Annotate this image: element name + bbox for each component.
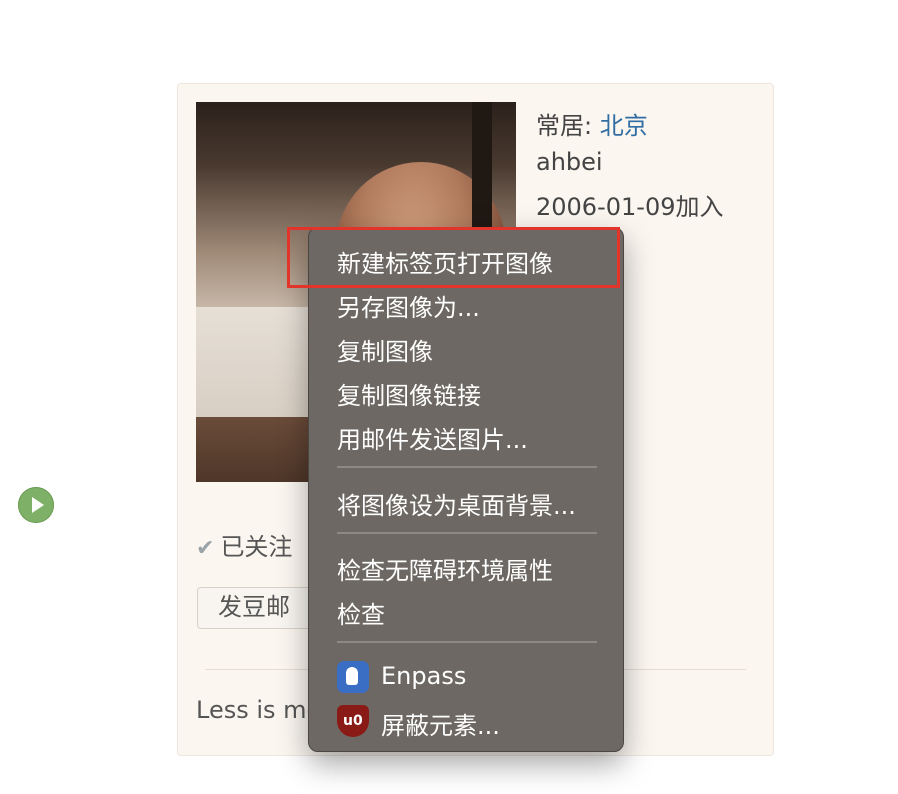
username: ahbei — [536, 148, 603, 176]
motto: Less is mo — [196, 696, 322, 724]
menu-item-enpass[interactable]: Enpass — [381, 662, 466, 690]
followed-status[interactable]: ✔ 已关注 — [196, 527, 292, 562]
highlight-box — [287, 227, 620, 288]
residence: 常居: 北京 — [536, 106, 648, 141]
menu-item-inspect-accessibility[interactable]: 检查无障碍环境属性 — [337, 551, 553, 586]
menu-item-copy-image-link[interactable]: 复制图像链接 — [337, 376, 481, 411]
followed-label: 已关注 — [220, 533, 293, 561]
residence-city-link[interactable]: 北京 — [600, 112, 648, 140]
join-date: 2006-01-09加入 — [536, 193, 724, 221]
menu-separator — [337, 466, 597, 468]
enpass-icon — [337, 661, 369, 693]
residence-label: 常居: — [536, 112, 593, 140]
menu-separator — [337, 641, 597, 643]
menu-item-email-image[interactable]: 用邮件发送图片... — [337, 420, 528, 455]
context-menu: 新建标签页打开图像 另存图像为... 复制图像 复制图像链接 用邮件发送图片..… — [308, 227, 624, 752]
menu-item-save-image-as[interactable]: 另存图像为... — [337, 288, 480, 323]
ublock-icon: u0 — [337, 705, 369, 737]
menu-item-inspect[interactable]: 检查 — [337, 595, 385, 630]
play-icon[interactable] — [18, 487, 54, 523]
check-icon: ✔ — [196, 536, 215, 561]
menu-item-block-element[interactable]: 屏蔽元素... — [381, 706, 500, 741]
menu-item-copy-image[interactable]: 复制图像 — [337, 332, 433, 367]
menu-separator — [337, 532, 597, 534]
menu-item-set-desktop-background[interactable]: 将图像设为桌面背景... — [337, 486, 576, 521]
